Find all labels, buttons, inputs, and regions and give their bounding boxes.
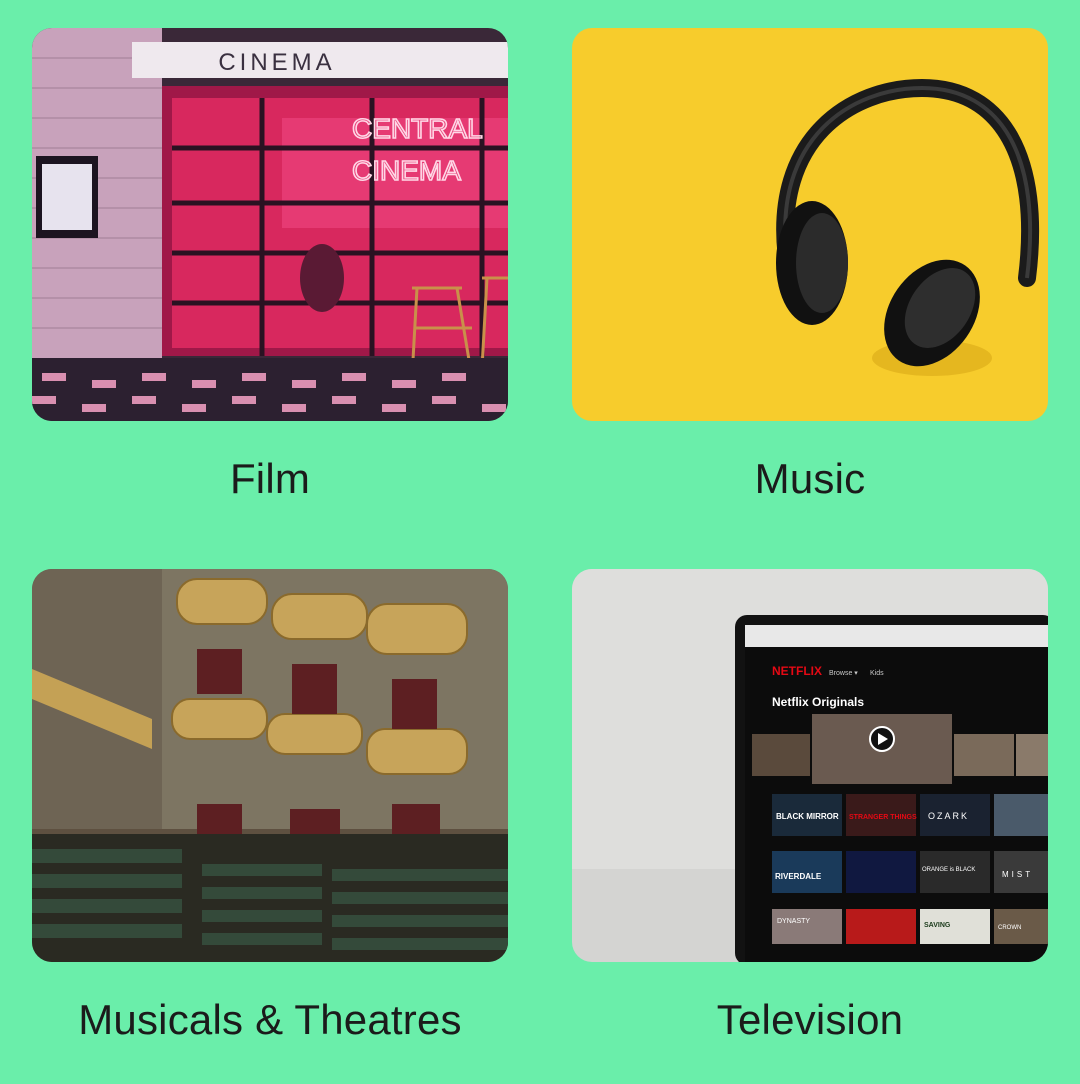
poster-riverdale: RIVERDALE bbox=[775, 872, 822, 881]
theatre-label[interactable]: Musicals & Theatres bbox=[32, 996, 508, 1044]
category-tile-theatre[interactable]: Musicals & Theatres bbox=[32, 569, 508, 1043]
cinema-sign-text: CINEMA bbox=[218, 49, 335, 76]
netflix-nav-kids: Kids bbox=[870, 670, 884, 677]
netflix-laptop-photo: NETFLIX Browse ▾ Kids Netflix Originals … bbox=[572, 569, 1048, 962]
film-image[interactable]: CINEMA CENTRAL CINEMA bbox=[32, 28, 508, 421]
poster-dynasty: DYNASTY bbox=[777, 918, 810, 925]
poster-crown: CROWN bbox=[998, 925, 1021, 931]
category-tile-television[interactable]: NETFLIX Browse ▾ Kids Netflix Originals … bbox=[572, 569, 1048, 1043]
cinema-photo: CINEMA CENTRAL CINEMA bbox=[32, 28, 508, 421]
poster-black-mirror: BLACK MIRROR bbox=[776, 812, 839, 821]
theatre-image[interactable] bbox=[32, 569, 508, 962]
netflix-logo-text: NETFLIX bbox=[772, 664, 822, 678]
neon-sign-line1: CENTRAL bbox=[352, 113, 483, 144]
poster-ozark: OZARK bbox=[928, 811, 969, 821]
poster-saving: SAVING bbox=[924, 922, 951, 929]
category-tile-film[interactable]: CINEMA CENTRAL CINEMA Film bbox=[32, 28, 508, 502]
poster-orange-is-black: ORANGE is BLACK bbox=[922, 867, 975, 873]
music-image[interactable] bbox=[572, 28, 1048, 421]
music-label[interactable]: Music bbox=[572, 455, 1048, 503]
poster-mist: MIST bbox=[1002, 870, 1033, 879]
theatre-photo bbox=[32, 569, 508, 962]
film-label[interactable]: Film bbox=[32, 455, 508, 503]
netflix-nav-browse: Browse ▾ bbox=[829, 670, 858, 677]
headphones-photo bbox=[572, 28, 1048, 421]
poster-stranger-things: STRANGER THINGS bbox=[849, 814, 917, 821]
category-tile-music[interactable]: Music bbox=[572, 28, 1048, 502]
netflix-row-title: Netflix Originals bbox=[772, 695, 864, 709]
neon-sign-line2: CINEMA bbox=[352, 155, 461, 186]
television-image[interactable]: NETFLIX Browse ▾ Kids Netflix Originals … bbox=[572, 569, 1048, 962]
category-grid: CINEMA CENTRAL CINEMA Film Music Musical… bbox=[0, 0, 1080, 1084]
television-label[interactable]: Television bbox=[572, 996, 1048, 1044]
